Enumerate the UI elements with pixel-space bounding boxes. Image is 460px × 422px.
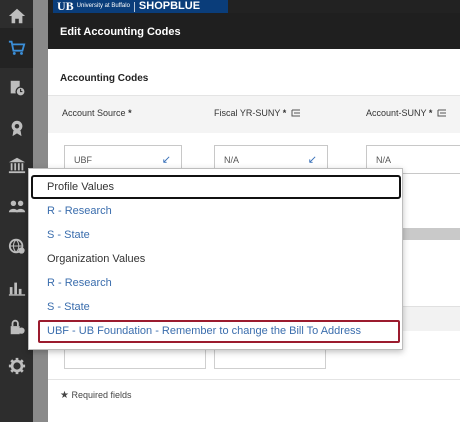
modal-title: Edit Accounting Codes (48, 13, 460, 49)
award-icon (11, 120, 22, 137)
fiscal-yr-value: N/A (224, 155, 240, 165)
product-name: SHOPBLUE (138, 0, 201, 12)
cart-icon (8, 40, 25, 55)
nav-shop[interactable] (0, 28, 33, 68)
section-title: Accounting Codes (60, 73, 149, 84)
lock-gear-icon (10, 319, 25, 335)
bank-icon (8, 157, 25, 174)
users-icon (8, 200, 25, 213)
university-name: University at Buffalo (76, 3, 130, 9)
arrow-down-left-icon[interactable]: ↙ (308, 153, 317, 166)
section-divider (400, 228, 460, 240)
lower-label-row (400, 306, 460, 331)
field-label-account-source: Account Source * (62, 108, 132, 118)
hierarchy-icon[interactable] (437, 108, 447, 118)
nav-contracts[interactable] (0, 108, 33, 148)
footer-divider (48, 379, 460, 380)
dropdown-option-s-state[interactable]: S - State (47, 228, 90, 242)
dropdown-option-ubf[interactable]: UBF - UB Foundation - Remember to change… (47, 324, 361, 338)
dropdown-option-r-research[interactable]: R - Research (47, 276, 112, 290)
bar-chart-icon (8, 282, 25, 296)
globe-gear-icon (8, 238, 25, 254)
dropdown-group-organization-values: Organization Values (47, 253, 146, 265)
field-label-fiscal-yr: Fiscal YR-SUNY * (214, 108, 301, 118)
arrow-down-left-icon[interactable]: ↙ (162, 153, 171, 166)
home-icon (8, 8, 25, 24)
account-suny-value: N/A (376, 155, 392, 165)
required-fields-note: ★ Required fields (60, 390, 132, 401)
dropdown-option-s-state[interactable]: S - State (47, 300, 90, 314)
dropdown-option-r-research[interactable]: R - Research (47, 204, 112, 218)
ub-logo: UB (57, 0, 74, 13)
nav-setup[interactable] (0, 346, 33, 386)
dropdown-group-profile-values[interactable]: Profile Values (47, 180, 114, 194)
account-source-dropdown: Profile Values R - Research S - State Or… (28, 168, 403, 350)
hierarchy-icon[interactable] (291, 108, 301, 118)
account-source-value: UBF (74, 155, 92, 165)
field-label-account-suny: Account-SUNY * (366, 108, 447, 118)
star-icon: ★ (60, 390, 69, 401)
brand-logo[interactable]: UB University at Buffalo SHOPBLUE (53, 0, 228, 13)
gear-icon (8, 357, 25, 375)
top-banner: UB University at Buffalo SHOPBLUE (48, 0, 460, 13)
nav-documents[interactable] (0, 68, 33, 108)
document-clock-icon (10, 80, 26, 97)
brand-divider (133, 1, 135, 12)
